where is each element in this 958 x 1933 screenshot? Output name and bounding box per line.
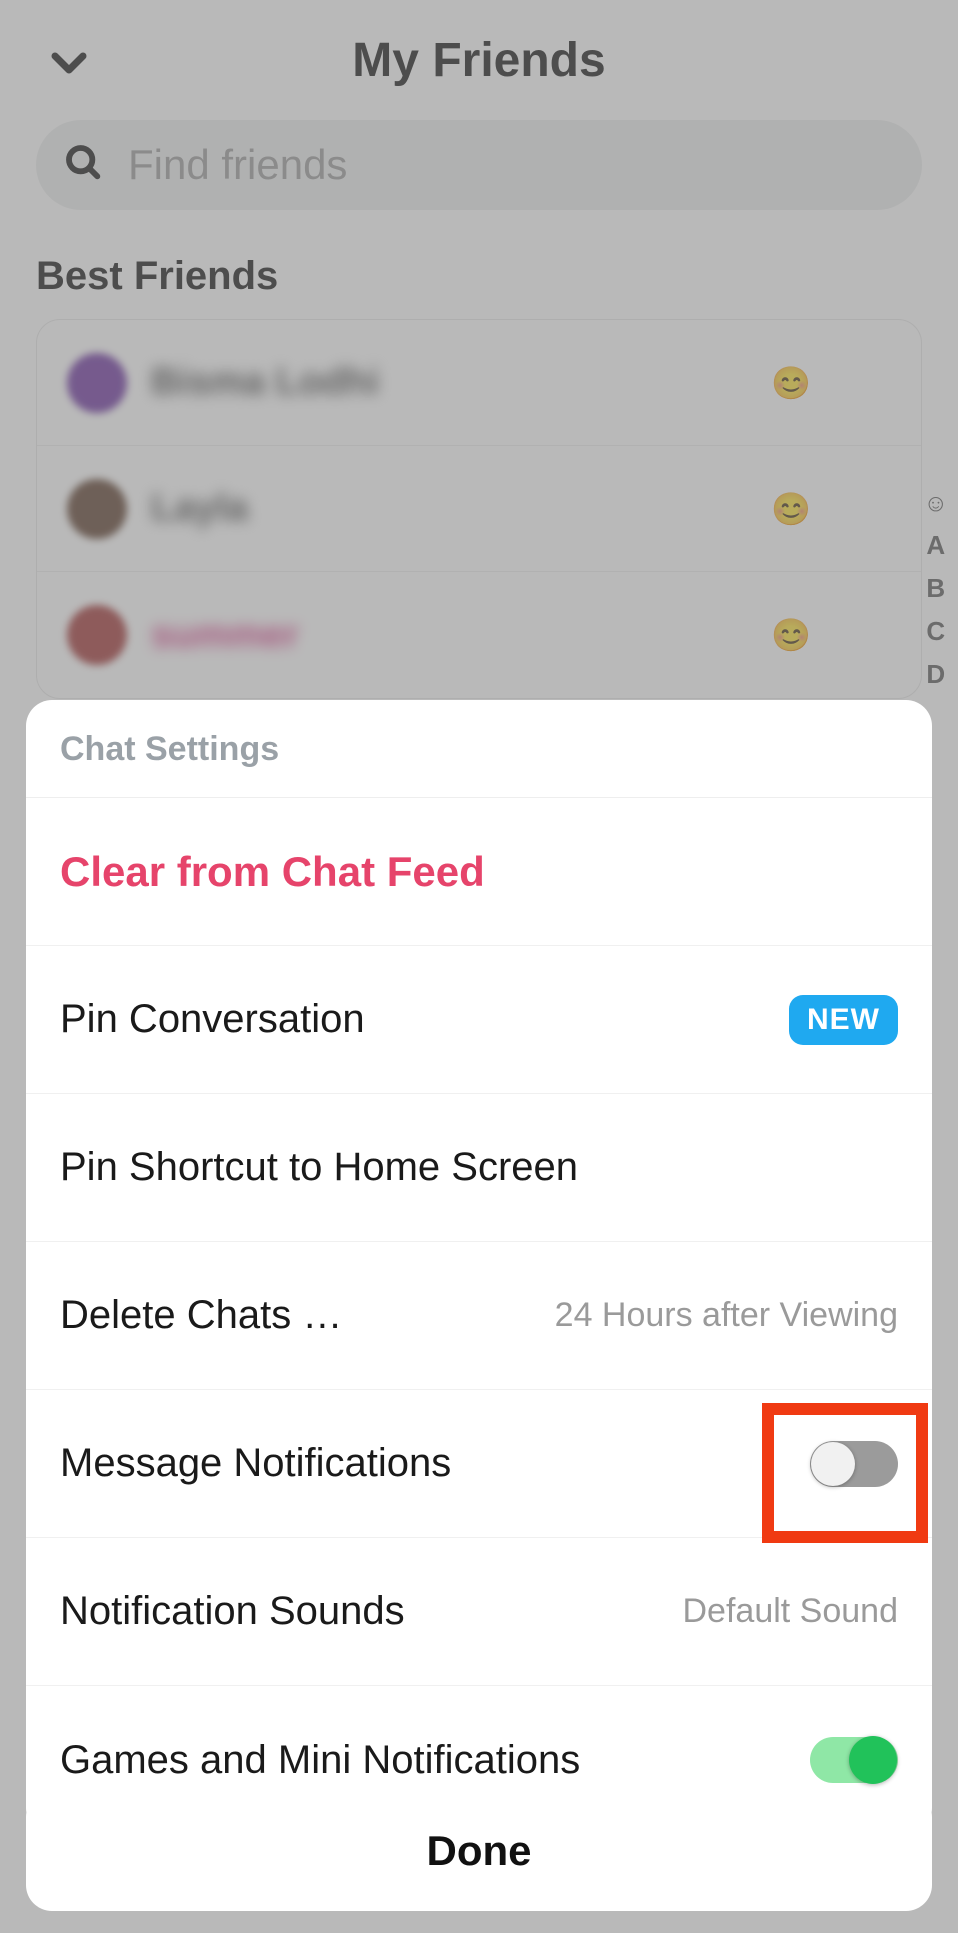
done-label: Done <box>427 1827 532 1875</box>
delete-chats-label: Delete Chats … <box>60 1293 555 1338</box>
clear-from-chat-feed-label: Clear from Chat Feed <box>60 848 898 896</box>
delete-chats-value: 24 Hours after Viewing <box>555 1296 898 1335</box>
notification-sounds-value: Default Sound <box>683 1592 899 1631</box>
pin-shortcut-label: Pin Shortcut to Home Screen <box>60 1145 898 1190</box>
chat-settings-sheet: Chat Settings Clear from Chat Feed Pin C… <box>26 700 932 1834</box>
pin-conversation-row[interactable]: Pin Conversation NEW <box>26 946 932 1094</box>
message-notifications-label: Message Notifications <box>60 1441 810 1486</box>
notification-sounds-label: Notification Sounds <box>60 1589 683 1634</box>
pin-shortcut-row[interactable]: Pin Shortcut to Home Screen <box>26 1094 932 1242</box>
message-notifications-toggle[interactable] <box>810 1441 898 1487</box>
new-badge: NEW <box>789 995 898 1045</box>
done-button[interactable]: Done <box>26 1791 932 1911</box>
delete-chats-row[interactable]: Delete Chats … 24 Hours after Viewing <box>26 1242 932 1390</box>
games-notifications-toggle[interactable] <box>810 1737 898 1783</box>
clear-from-chat-feed-row[interactable]: Clear from Chat Feed <box>26 798 932 946</box>
message-notifications-row: Message Notifications <box>26 1390 932 1538</box>
pin-conversation-label: Pin Conversation <box>60 997 789 1042</box>
sheet-title: Chat Settings <box>26 700 932 798</box>
games-notifications-label: Games and Mini Notifications <box>60 1738 810 1783</box>
notification-sounds-row[interactable]: Notification Sounds Default Sound <box>26 1538 932 1686</box>
